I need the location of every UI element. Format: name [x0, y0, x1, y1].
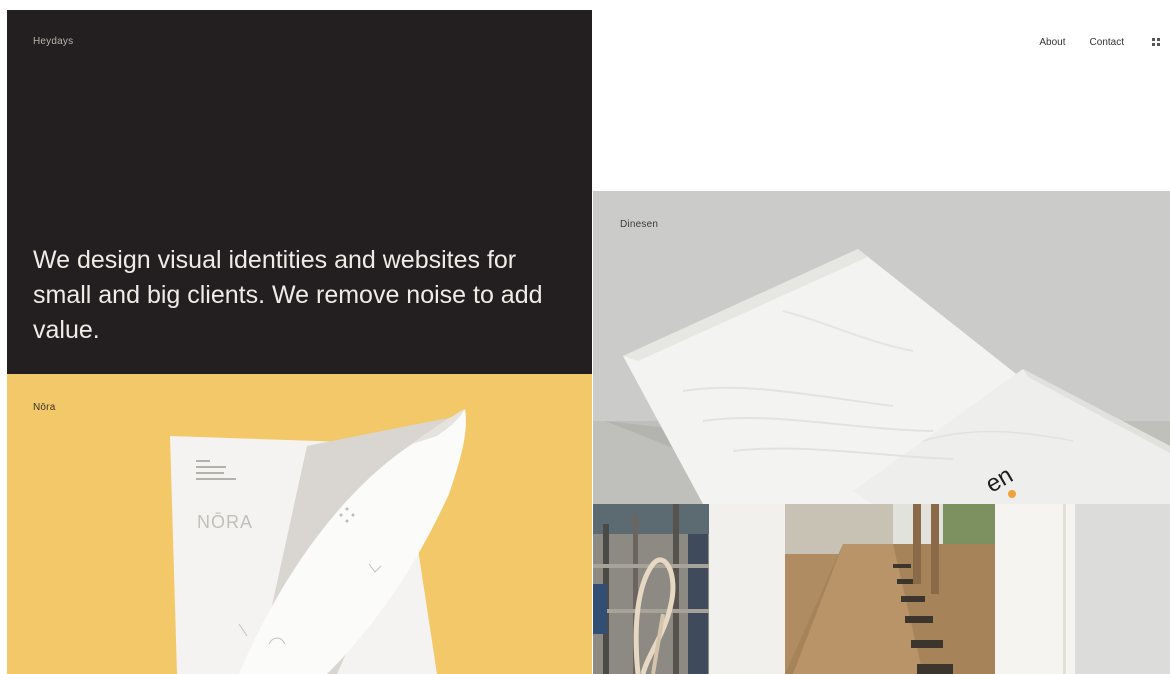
page: Heydays We design visual identities and …	[0, 0, 1170, 674]
project-tile-dinesen[interactable]: Dinesen en	[593, 191, 1170, 504]
brand-logo-link[interactable]: Heydays	[33, 36, 73, 47]
project-title-nora: Nōra	[33, 402, 56, 413]
nav-contact-link[interactable]: Contact	[1090, 37, 1124, 48]
nora-logo-mark: NŌRA	[197, 512, 254, 532]
dinesen-paper-image	[593, 191, 1170, 504]
hero-tagline: We design visual identities and websites…	[33, 246, 543, 344]
photo-strip[interactable]	[593, 504, 1170, 674]
top-navigation: About Contact	[1039, 34, 1160, 50]
grid-menu-icon[interactable]	[1152, 38, 1160, 46]
project-title-dinesen: Dinesen	[620, 219, 659, 230]
nora-letterhead-image	[170, 409, 466, 674]
hero-panel: Heydays We design visual identities and …	[7, 10, 592, 374]
project-tile-nora[interactable]: Nōra NŌRA	[7, 374, 592, 674]
dinesen-brochure-photos	[593, 504, 1170, 674]
nav-about-link[interactable]: About	[1039, 37, 1065, 48]
